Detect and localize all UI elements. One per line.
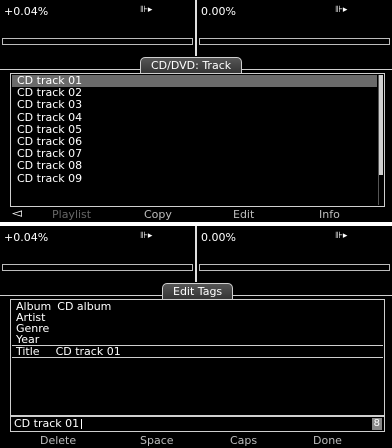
tag-row-genre[interactable]: Genre <box>12 323 383 334</box>
right-meter: 0.00% ⊪▸ <box>197 226 392 282</box>
softkey-space[interactable]: Space <box>140 434 174 447</box>
speaker-out-icon: ⊪▸ <box>335 5 348 15</box>
softkey-delete[interactable]: Delete <box>40 434 76 447</box>
left-meter: +0.04% ⊪▸ <box>0 0 195 56</box>
softkey-bar: ◅ Playlist Copy Edit Info <box>0 206 392 222</box>
tags-panel: Album CD album Artist Genre Year Title CD … <box>10 299 385 416</box>
tab-edit-tags[interactable]: Edit Tags <box>162 283 234 300</box>
softkey-bar: Delete Space Caps Done <box>0 432 392 448</box>
softkey-edit[interactable]: Edit <box>233 208 254 221</box>
softkey-caps[interactable]: Caps <box>230 434 257 447</box>
tag-row-album[interactable]: Album CD album <box>12 301 383 312</box>
left-meter-value: +0.04% <box>4 231 49 244</box>
scrollbar[interactable] <box>378 75 383 205</box>
left-meter-value: +0.04% <box>4 5 49 18</box>
left-meter-bar <box>2 264 193 271</box>
right-meter-value: 0.00% <box>201 5 236 18</box>
left-meter-bar <box>2 38 193 45</box>
tag-label: Title <box>16 345 40 358</box>
tag-list: Album CD album Artist Genre Year Title CD … <box>12 301 383 358</box>
speaker-out-icon: ⊪▸ <box>140 5 153 15</box>
right-meter-bar <box>199 38 390 45</box>
softkey-playlist[interactable]: Playlist <box>52 208 91 221</box>
track-list-panel: CD track 01 CD track 02 CD track 03 CD trac… <box>10 73 385 207</box>
level-meters: +0.04% ⊪▸ 0.00% ⊪▸ <box>0 226 392 282</box>
track-list: CD track 01 CD track 02 CD track 03 CD trac… <box>12 74 377 185</box>
softkey-info[interactable]: Info <box>319 208 340 221</box>
right-meter-bar <box>199 264 390 271</box>
speaker-out-icon: ⊪▸ <box>335 231 348 241</box>
back-arrow-icon[interactable]: ◅ <box>12 206 22 221</box>
track-list-item[interactable]: CD track 04 <box>12 111 377 124</box>
track-list-item[interactable]: CD track 03 <box>12 99 377 111</box>
level-meters: +0.04% ⊪▸ 0.00% ⊪▸ <box>0 0 392 56</box>
right-meter-value: 0.00% <box>201 231 236 244</box>
tab-cd-dvd-track[interactable]: CD/DVD: Track <box>140 57 243 74</box>
cd-track-screen: +0.04% ⊪▸ 0.00% ⊪▸ CD/DVD: Track CD trac… <box>0 0 392 222</box>
edit-tags-screen: +0.04% ⊪▸ 0.00% ⊪▸ Edit Tags Album CD alb… <box>0 226 392 448</box>
tag-value: CD track 01 <box>55 345 121 358</box>
tag-row-artist[interactable]: Artist <box>12 312 383 323</box>
tag-value: CD album <box>57 300 112 313</box>
left-meter: +0.04% ⊪▸ <box>0 226 195 282</box>
softkey-copy[interactable]: Copy <box>144 208 172 221</box>
tag-edit-field[interactable]: CD track 01 8 <box>10 416 385 432</box>
scrollbar-thumb[interactable] <box>379 75 383 175</box>
tag-label: Year <box>16 333 40 346</box>
tag-row-year[interactable]: Year <box>12 334 383 345</box>
char-count-badge: 8 <box>371 418 382 430</box>
track-list-item[interactable]: CD track 08 <box>12 160 377 172</box>
right-meter: 0.00% ⊪▸ <box>197 0 392 56</box>
tag-edit-text: CD track 01 <box>14 417 80 430</box>
tag-row-title[interactable]: Title CD track 01 <box>12 345 383 358</box>
text-cursor <box>81 419 82 429</box>
speaker-out-icon: ⊪▸ <box>140 231 153 241</box>
track-list-item[interactable]: CD track 09 <box>12 172 377 185</box>
softkey-done[interactable]: Done <box>313 434 342 447</box>
